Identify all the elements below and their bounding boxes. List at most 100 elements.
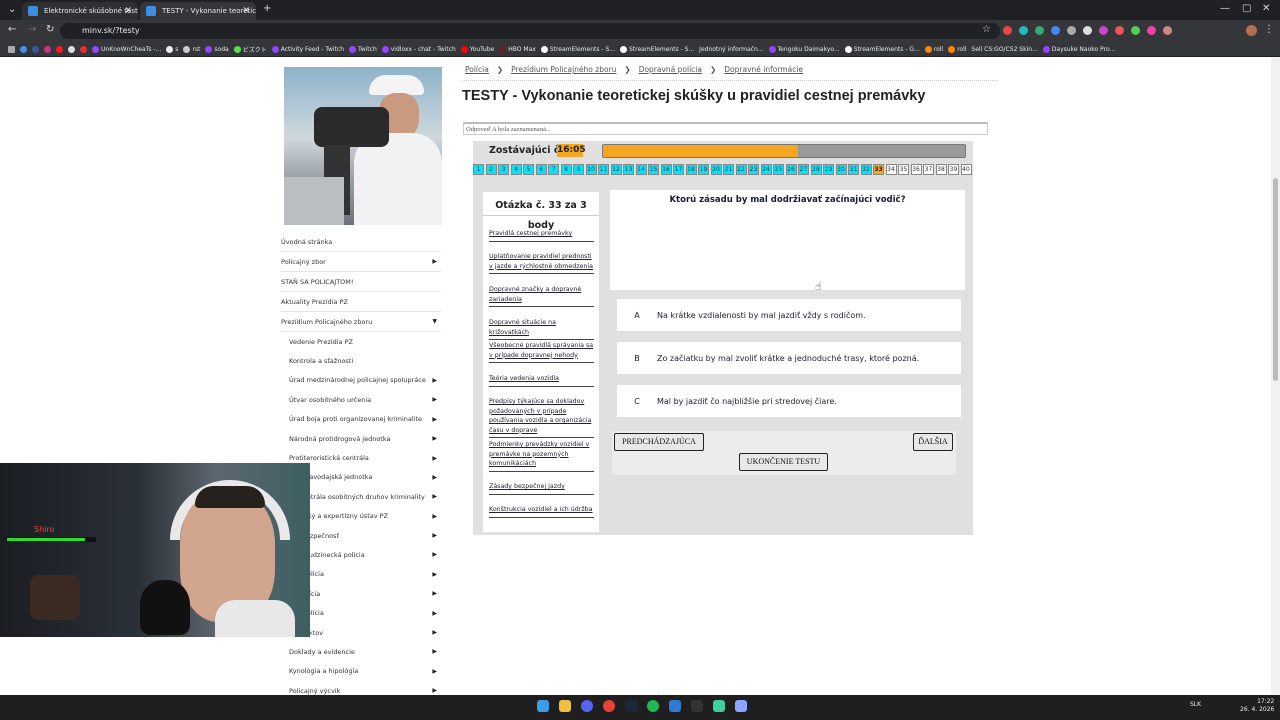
sidebar-item-uvodna-stranka[interactable]: Úvodná stránka xyxy=(281,232,441,252)
sidebar-item-prezidium[interactable]: Prezídium Policajného zboru ▼ xyxy=(281,312,441,332)
bookmark-icon[interactable] xyxy=(56,45,63,53)
address-bar[interactable]: minv.sk/?testy xyxy=(60,23,1000,39)
bookmark-item[interactable]: UnKnoWnCheaTs -... xyxy=(92,45,161,53)
bookmark-item[interactable]: soda xyxy=(205,45,229,53)
bookmark-item[interactable]: s xyxy=(166,45,178,53)
app-icon[interactable] xyxy=(691,700,703,712)
bookmark-icon[interactable] xyxy=(32,45,39,53)
tab-active[interactable]: TESTY - Vykonanie teoretickej ✕ xyxy=(140,2,256,20)
extension-icon[interactable] xyxy=(1131,26,1140,35)
question-nav-27[interactable]: 27 xyxy=(798,164,809,175)
question-nav-4[interactable]: 4 xyxy=(510,164,522,175)
reload-icon[interactable]: ↻ xyxy=(46,24,54,35)
new-tab-icon[interactable]: + xyxy=(263,3,271,14)
sidebar-subitem[interactable]: Útvar osobitného určenia ▶ xyxy=(281,390,441,409)
sidebar-subitem[interactable]: Národná protidrogová jednotka ▶ xyxy=(281,429,441,448)
extension-icon[interactable] xyxy=(1051,26,1060,35)
category-link[interactable]: Podmienky prevádzky vozidiel v premávke … xyxy=(489,440,594,472)
bookmark-item[interactable]: Twitch xyxy=(349,45,377,53)
close-icon[interactable]: ✕ xyxy=(242,2,250,20)
question-nav-10[interactable]: 10 xyxy=(585,164,597,175)
question-nav-20[interactable]: 20 xyxy=(710,164,722,175)
question-nav-24[interactable]: 24 xyxy=(760,164,772,175)
scrollbar-thumb[interactable] xyxy=(1273,178,1278,381)
question-nav-3[interactable]: 3 xyxy=(498,164,509,175)
extension-icon[interactable] xyxy=(1035,26,1044,35)
window-close-icon[interactable]: ✕ xyxy=(1262,3,1270,14)
category-link[interactable]: Dopravné situácie na križovatkách xyxy=(489,318,594,340)
clock[interactable]: 17:22 26. 4. 2026 xyxy=(1240,698,1274,714)
bookmark-item[interactable]: Sell CS:GO/CS2 Skin... xyxy=(971,46,1037,53)
question-nav-37[interactable]: 37 xyxy=(923,164,934,175)
bookmark-icon[interactable] xyxy=(20,45,27,53)
bookmark-item[interactable]: StreamElements - G... xyxy=(844,45,920,53)
question-nav-22[interactable]: 22 xyxy=(735,164,747,175)
sidebar-subitem[interactable]: Kynológia a hipológia ▶ xyxy=(281,662,441,681)
category-link[interactable]: Zásady bezpečnej jazdy xyxy=(489,482,594,495)
question-nav-2[interactable]: 2 xyxy=(485,164,497,175)
sidebar-subitem[interactable]: Úrad boja proti organizovanej kriminalit… xyxy=(281,410,441,429)
sidebar-subitem[interactable]: Kontrola a sťažnosti xyxy=(281,351,441,370)
bookmark-item[interactable]: vidloxx - chat - Twitch xyxy=(381,45,456,53)
discord-icon[interactable] xyxy=(581,700,593,712)
bookmark-item[interactable]: StreamElements - S... xyxy=(619,45,694,53)
question-nav-9[interactable]: 9 xyxy=(573,164,584,175)
steam-icon[interactable] xyxy=(625,700,637,712)
question-nav-12[interactable]: 12 xyxy=(610,164,622,175)
question-nav-36[interactable]: 36 xyxy=(910,164,922,175)
bookmark-icon[interactable] xyxy=(80,45,87,53)
question-nav-35[interactable]: 35 xyxy=(898,164,909,175)
breadcrumb-link[interactable]: Polícia xyxy=(465,65,489,74)
question-nav-26[interactable]: 26 xyxy=(785,164,797,175)
bookmark-item[interactable]: YouTube xyxy=(460,45,494,53)
extension-icon[interactable] xyxy=(1067,26,1076,35)
question-nav-29[interactable]: 29 xyxy=(823,164,834,175)
breadcrumb-link[interactable]: Prezídium Policajného zboru xyxy=(511,65,616,74)
extension-icon[interactable] xyxy=(1083,26,1092,35)
next-button[interactable]: ĎALŠIA xyxy=(913,433,953,451)
question-nav-34[interactable]: 34 xyxy=(885,164,897,175)
sidebar-subitem[interactable]: Doklady a evidencie ▶ xyxy=(281,642,441,661)
question-nav-38[interactable]: 38 xyxy=(935,164,947,175)
question-nav-13[interactable]: 13 xyxy=(623,164,634,175)
extension-icon[interactable] xyxy=(1163,26,1172,35)
category-link[interactable]: Dopravné značky a dopravné zariadenia xyxy=(489,285,594,307)
app-icon[interactable] xyxy=(735,700,747,712)
bookmark-item[interactable]: rst xyxy=(183,45,200,53)
finish-test-button[interactable]: UKONČENIE TESTU xyxy=(739,453,828,471)
question-nav-16[interactable]: 16 xyxy=(660,164,672,175)
bookmark-item[interactable]: ビズクト xyxy=(233,45,267,54)
previous-button[interactable]: PREDCHÁDZAJÚCA xyxy=(614,433,704,451)
question-nav-25[interactable]: 25 xyxy=(773,164,784,175)
question-nav-21[interactable]: 21 xyxy=(723,164,734,175)
breadcrumb-link[interactable]: Dopravné informácie xyxy=(724,65,803,74)
extension-icon[interactable] xyxy=(1115,26,1124,35)
question-nav-15[interactable]: 15 xyxy=(648,164,659,175)
question-nav-31[interactable]: 31 xyxy=(848,164,859,175)
minimize-icon[interactable]: — xyxy=(1220,3,1230,14)
extension-icon[interactable] xyxy=(1099,26,1108,35)
bookmark-item[interactable]: HBO Max xyxy=(499,45,536,53)
spotify-icon[interactable] xyxy=(647,700,659,712)
question-nav-23[interactable]: 23 xyxy=(748,164,759,175)
sidebar-subitem[interactable]: Úrad medzinárodnej policajnej spolupráce… xyxy=(281,371,441,390)
category-link[interactable]: Predpisy týkajúce sa dokladov požadovaný… xyxy=(489,397,594,438)
tab-inactive[interactable]: Elektronické skúšobné testy, M ✕ xyxy=(22,2,138,20)
answer-option-a[interactable]: A Na krátke vzdialenosti by mal jazdiť vž… xyxy=(617,299,961,331)
start-icon[interactable] xyxy=(537,700,549,712)
question-nav-19[interactable]: 19 xyxy=(698,164,709,175)
maximize-icon[interactable]: ▢ xyxy=(1242,3,1251,14)
bookmark-icon[interactable] xyxy=(68,45,75,53)
bookmark-item[interactable]: roll xyxy=(948,45,966,53)
answer-option-b[interactable]: B Zo začiatku by mal zvoliť krátke a jedn… xyxy=(617,342,961,374)
answer-option-c[interactable]: C Mal by jazdiť čo najbližšie pri stredov… xyxy=(617,385,961,417)
category-link[interactable]: Uplatňovanie pravidiel prednosti v jazde… xyxy=(489,252,594,274)
back-icon[interactable]: ← xyxy=(8,24,16,35)
menu-icon[interactable]: ⋮ xyxy=(1264,24,1274,35)
sidebar-subitem[interactable]: Vedenie Prezídia PZ xyxy=(281,332,441,351)
bookmark-item[interactable]: Jednotný informačn... xyxy=(699,46,763,53)
question-nav-8[interactable]: 8 xyxy=(560,164,572,175)
question-nav-39[interactable]: 39 xyxy=(948,164,959,175)
question-nav-28[interactable]: 28 xyxy=(810,164,822,175)
question-nav-5[interactable]: 5 xyxy=(523,164,534,175)
